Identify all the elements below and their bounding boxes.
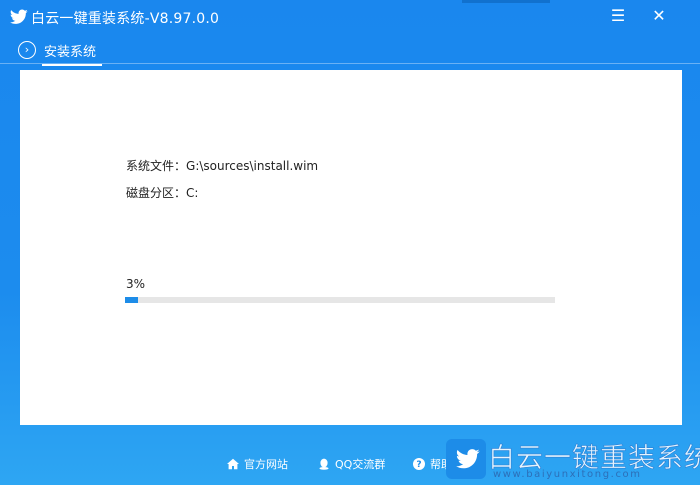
home-icon (227, 458, 239, 470)
svg-text:?: ? (416, 460, 421, 470)
progress-bar (125, 297, 555, 303)
qq-group-link[interactable]: QQ交流群 (318, 456, 385, 472)
bird-logo-icon (10, 9, 28, 25)
official-website-link[interactable]: 官方网站 (227, 456, 288, 472)
progress-bar-fill (125, 297, 138, 303)
qq-group-label: QQ交流群 (335, 458, 386, 471)
progress-percent: 3% (126, 277, 146, 291)
title-bar[interactable]: 白云一键重装系统-V8.97.0.0 ☰ ✕ (0, 0, 700, 34)
close-icon[interactable]: ✕ (648, 6, 670, 26)
watermark-url: www.baiyunxitong.com (493, 469, 642, 480)
chevron-right-circle-icon: › (18, 41, 36, 59)
qq-penguin-icon (318, 458, 330, 470)
tab-label: 安装系统 (44, 45, 97, 60)
tab-divider (0, 63, 700, 64)
active-tab-indicator (42, 64, 102, 66)
watermark: 白云一键重装系统 www.baiyunxitong.com (446, 436, 700, 485)
system-file-row: 系统文件：G:\sources\install.wim (126, 157, 318, 174)
disk-partition-label: 磁盘分区： (126, 186, 187, 200)
title-bar-overlay-strip (462, 0, 550, 3)
disk-partition-value: C: (186, 186, 199, 200)
help-icon: ? (413, 458, 425, 470)
window-title: 白云一键重装系统-V8.97.0.0 (31, 11, 220, 27)
hamburger-menu-icon[interactable]: ☰ (607, 6, 629, 26)
system-file-value: G:\sources\install.wim (186, 159, 319, 173)
system-file-label: 系统文件： (126, 159, 187, 173)
tab-bar: › 安装系统 (0, 34, 700, 66)
install-panel: 系统文件：G:\sources\install.wim 磁盘分区：C: 3% (20, 70, 682, 425)
disk-partition-row: 磁盘分区：C: (126, 184, 198, 201)
official-website-label: 官方网站 (244, 458, 288, 471)
watermark-bird-logo-icon (446, 439, 486, 479)
